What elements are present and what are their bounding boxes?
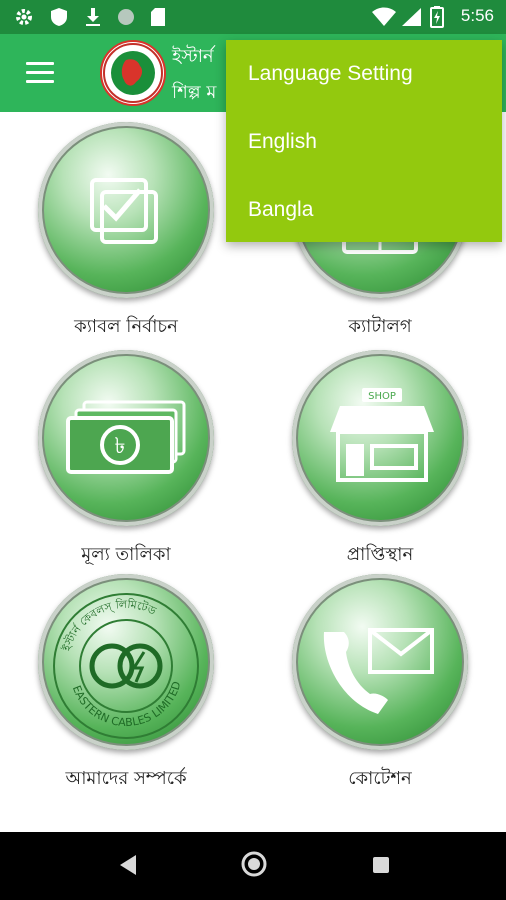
menu-item-english[interactable]: English bbox=[248, 130, 317, 154]
menu-title-language-setting[interactable]: Language Setting bbox=[248, 62, 413, 86]
battery-icon bbox=[430, 6, 444, 28]
shop-sign-text: SHOP bbox=[368, 391, 396, 402]
tile-label: ক্যাবল নির্বাচন bbox=[74, 316, 178, 337]
gear-icon bbox=[14, 7, 34, 27]
tile-quotation[interactable]: কোটেশন bbox=[280, 574, 480, 795]
download-icon bbox=[84, 7, 102, 27]
tile-label: আমাদের সম্পর্কে bbox=[65, 768, 187, 789]
company-seal-icon: ইস্টার্ন কেবলস্ লিমিটেড EASTERN CABLES L… bbox=[53, 593, 199, 739]
hamburger-icon bbox=[26, 62, 54, 65]
shop-icon: SHOP bbox=[330, 388, 434, 482]
signal-icon bbox=[400, 7, 422, 27]
navigation-bar bbox=[0, 832, 506, 900]
tile-label: কোটেশন bbox=[348, 768, 412, 789]
tile-price-list[interactable]: ৳ মূল্য তালিকা bbox=[26, 350, 226, 571]
app-title-line2: শিল্প ম bbox=[172, 82, 217, 103]
svg-text:৳: ৳ bbox=[115, 434, 126, 459]
wifi-icon bbox=[372, 7, 396, 27]
government-logo bbox=[100, 40, 166, 106]
checkbox-icon bbox=[90, 178, 158, 244]
status-time: 5:56 bbox=[460, 6, 494, 25]
money-icon: ৳ bbox=[66, 400, 186, 474]
circle-icon bbox=[116, 7, 136, 27]
sd-card-icon bbox=[150, 7, 166, 27]
home-icon[interactable] bbox=[240, 850, 268, 882]
tile-about-us[interactable]: ইস্টার্ন কেবলস্ লিমিটেড EASTERN CABLES L… bbox=[26, 574, 226, 795]
tile-locations[interactable]: SHOP প্রাপ্তিস্থান bbox=[280, 350, 480, 571]
tile-cable-selection[interactable]: ক্যাবল নির্বাচন bbox=[26, 122, 226, 343]
menu-button[interactable] bbox=[26, 62, 54, 84]
language-menu: Language Setting English Bangla bbox=[226, 40, 502, 242]
status-bar: 5:56 bbox=[0, 0, 506, 34]
shield-icon bbox=[50, 7, 68, 27]
tile-label: মূল্য তালিকা bbox=[81, 544, 171, 565]
phone-mail-icon bbox=[323, 628, 434, 714]
app-title-line1: ইস্টার্ন bbox=[172, 46, 214, 67]
menu-item-bangla[interactable]: Bangla bbox=[248, 198, 313, 222]
tile-label: ক্যাটালগ bbox=[348, 316, 412, 337]
tile-label: প্রাপ্তিস্থান bbox=[346, 544, 414, 565]
recents-icon[interactable] bbox=[370, 854, 392, 880]
back-icon[interactable] bbox=[116, 852, 140, 882]
